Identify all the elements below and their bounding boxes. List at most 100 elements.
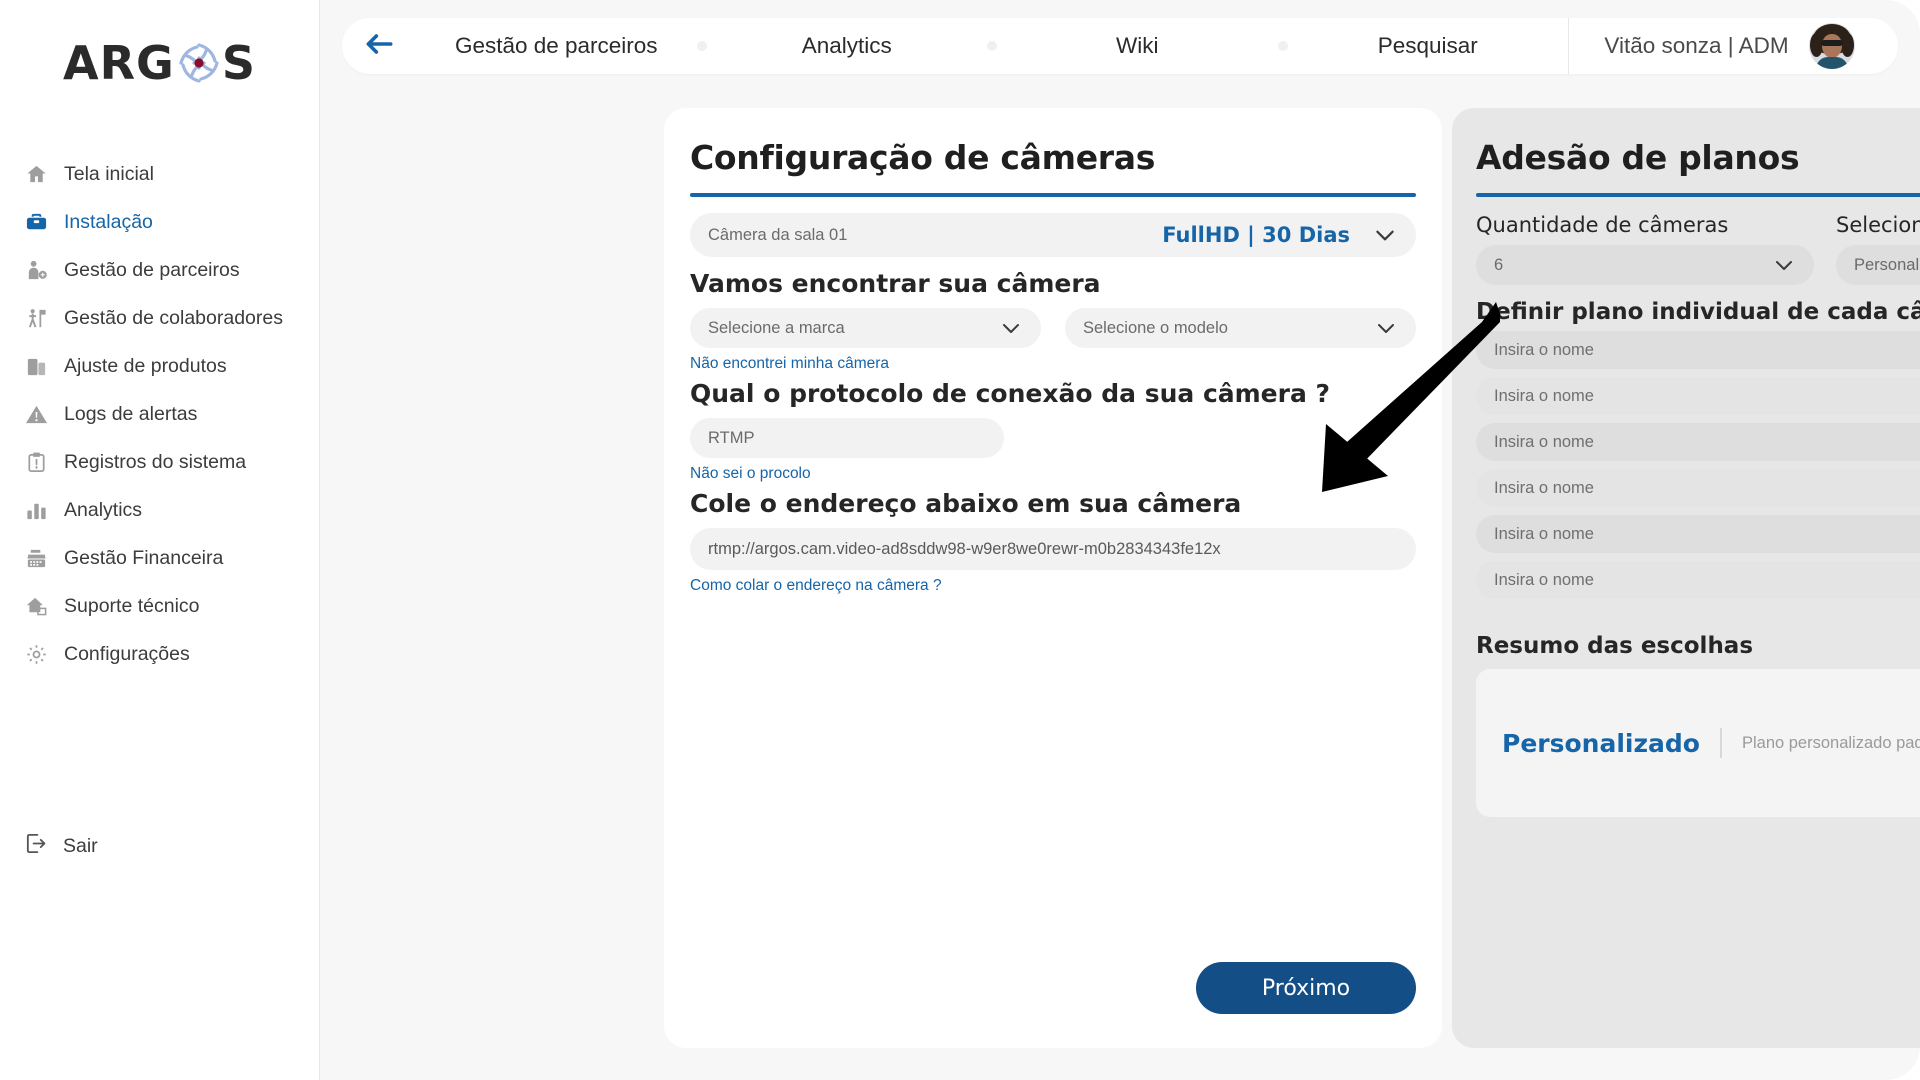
- protocol-input[interactable]: RTMP: [690, 418, 1004, 458]
- protocol-heading: Qual o protocolo de conexão da sua câmer…: [690, 379, 1331, 408]
- sidebar-label: Ajuste de produtos: [64, 354, 227, 377]
- camera-name-input[interactable]: Insira o nome: [1476, 515, 1920, 553]
- camera-brand-placeholder: Selecione a marca: [708, 318, 845, 337]
- sidebar-item-registros-do-sistema[interactable]: Registros do sistema: [0, 438, 319, 486]
- cash-register-icon: [24, 546, 48, 570]
- sidebar-item-configuracoes[interactable]: Configurações: [0, 630, 319, 678]
- sidebar-item-tela-inicial[interactable]: Tela inicial: [0, 150, 319, 198]
- user-name-label: Vitão sonza | ADM: [1604, 33, 1789, 58]
- plan-label: Selecionar um plano: [1836, 213, 1920, 237]
- camera-plan-value: FullHD | 30 Dias: [1162, 223, 1350, 247]
- user-menu[interactable]: Vitão sonza | ADM: [1568, 18, 1898, 74]
- chevron-down-icon: [1372, 222, 1398, 248]
- sidebar-item-ajuste-de-produtos[interactable]: Ajuste de produtos: [0, 342, 319, 390]
- sidebar-item-suporte-tecnico[interactable]: Suporte técnico: [0, 582, 319, 630]
- camera-plan-row: Insira o nome HD | 30: [1476, 377, 1920, 415]
- bar-chart-icon: [24, 498, 48, 522]
- camera-name-value: Câmera da sala 01: [708, 225, 848, 244]
- sidebar-label: Logs de alertas: [64, 402, 198, 425]
- plan-select[interactable]: Personalizado: [1836, 245, 1920, 285]
- top-nav: Gestão de parceiros Analytics Wiki Pesqu…: [416, 18, 1568, 74]
- warning-icon: [24, 402, 48, 426]
- camera-name-placeholder: Insira o nome: [1494, 524, 1594, 543]
- summary-card: Personalizado Plano personalizado padão …: [1476, 669, 1920, 817]
- sidebar-label: Gestão Financeira: [64, 546, 224, 569]
- qty-plan-labels-row: Quantidade de câmeras Selecionar um plan…: [1476, 213, 1920, 237]
- sidebar-label: Configurações: [64, 642, 190, 665]
- logout-label: Sair: [63, 834, 98, 857]
- logout-button[interactable]: Sair: [0, 822, 319, 870]
- sidebar: ARG S Tela inicial Instalação Gestão de …: [0, 0, 320, 1080]
- tab-pesquisar[interactable]: Pesquisar: [1288, 33, 1569, 59]
- sidebar-item-analytics[interactable]: Analytics: [0, 486, 319, 534]
- plan-subscription-panel: Adesão de planos Quantidade de câmeras S…: [1452, 108, 1920, 1048]
- camera-plan-row: Insira o nome HD | 7: [1476, 423, 1920, 461]
- protocol-value: RTMP: [708, 428, 755, 447]
- brand-model-row: Selecione a marca Selecione o modelo: [690, 308, 1416, 348]
- sidebar-label: Instalação: [64, 210, 153, 233]
- unknown-protocol-link[interactable]: Não sei o procolo: [690, 465, 811, 483]
- how-to-paste-link[interactable]: Como colar o endereço na câmera ?: [690, 577, 942, 595]
- camera-name-input[interactable]: Insira o nome: [1476, 561, 1920, 599]
- page-title: Configuração de câmeras: [690, 138, 1156, 177]
- home-icon: [24, 162, 48, 186]
- plan-select-value: Personalizado: [1854, 255, 1920, 274]
- sidebar-item-gestao-financeira[interactable]: Gestão Financeira: [0, 534, 319, 582]
- find-camera-heading: Vamos encontrar sua câmera: [690, 269, 1101, 298]
- sidebar-label: Registros do sistema: [64, 450, 247, 473]
- camera-model-placeholder: Selecione o modelo: [1083, 318, 1228, 337]
- summary-divider: [1719, 728, 1722, 758]
- tab-gestao-de-parceiros[interactable]: Gestão de parceiros: [416, 33, 697, 59]
- camera-name-input[interactable]: Insira o nome: [1476, 469, 1920, 507]
- qty-plan-fields-row: 6 Personalizado: [1476, 245, 1920, 285]
- clipboard-icon: [24, 450, 48, 474]
- camera-name-input[interactable]: Insira o nome: [1476, 331, 1920, 369]
- support-icon: [24, 594, 48, 618]
- camera-model-select[interactable]: Selecione o modelo: [1065, 308, 1416, 348]
- plans-title-underline: [1476, 193, 1920, 197]
- sidebar-item-logs-de-alertas[interactable]: Logs de alertas: [0, 390, 319, 438]
- camera-name-input[interactable]: Insira o nome: [1476, 377, 1920, 415]
- tab-wiki[interactable]: Wiki: [997, 33, 1278, 59]
- camera-name-placeholder: Insira o nome: [1494, 478, 1594, 497]
- chevron-down-icon: [1374, 316, 1398, 340]
- camera-name-input[interactable]: Insira o nome: [1476, 423, 1920, 461]
- sidebar-item-gestao-de-colaboradores[interactable]: Gestão de colaboradores: [0, 294, 319, 342]
- camera-name-placeholder: Insira o nome: [1494, 340, 1594, 359]
- camera-quantity-select[interactable]: 6: [1476, 245, 1814, 285]
- camera-brand-select[interactable]: Selecione a marca: [690, 308, 1041, 348]
- address-heading: Cole o endereço abaixo em sua câmera: [690, 489, 1242, 518]
- nav-separator-dot: [987, 41, 997, 51]
- person-add-icon: [24, 258, 48, 282]
- chevron-down-icon: [999, 316, 1023, 340]
- nav-separator-dot: [1277, 41, 1288, 51]
- avatar: [1808, 23, 1855, 69]
- gear-icon: [24, 642, 48, 666]
- sidebar-item-gestao-de-parceiros[interactable]: Gestão de parceiros: [0, 246, 319, 294]
- sidebar-label: Analytics: [64, 498, 143, 521]
- camera-plan-row: Insira o nome FullHD | 3: [1476, 331, 1920, 369]
- chevron-down-icon: [1772, 253, 1796, 277]
- sidebar-label: Gestão de parceiros: [64, 258, 240, 281]
- summary-plan-name: Personalizado: [1502, 728, 1700, 758]
- left-next-button[interactable]: Próximo: [1196, 962, 1416, 1014]
- back-button[interactable]: [342, 27, 416, 66]
- sidebar-item-instalacao[interactable]: Instalação: [0, 198, 319, 246]
- camera-name-placeholder: Insira o nome: [1494, 432, 1594, 451]
- main-area: Gestão de parceiros Analytics Wiki Pesqu…: [320, 0, 1920, 1080]
- rtmp-address-input[interactable]: rtmp://argos.cam.video-ad8sddw98-w9er8we…: [690, 528, 1416, 570]
- camera-plan-row: Insira o nome FullHD | 30: [1476, 515, 1920, 553]
- camera-not-found-link[interactable]: Não encontrei minha câmera: [690, 355, 889, 373]
- camera-selector[interactable]: Câmera da sala 01 FullHD | 30 Dias: [690, 213, 1416, 257]
- sidebar-label: Tela inicial: [64, 162, 154, 185]
- tab-analytics[interactable]: Analytics: [707, 33, 988, 59]
- camera-configuration-panel: Configuração de câmeras Câmera da sala 0…: [664, 108, 1442, 1048]
- camera-plan-row: Insira o nome CIF | 3: [1476, 469, 1920, 507]
- camera-name-placeholder: Insira o nome: [1494, 570, 1594, 589]
- camera-name-placeholder: Insira o nome: [1494, 386, 1594, 405]
- individual-plan-heading: Definir plano individual de cada câmera: [1476, 299, 1920, 325]
- brand-logo: ARG S: [0, 0, 319, 118]
- boxes-icon: [24, 354, 48, 378]
- nav-separator-dot: [696, 41, 707, 51]
